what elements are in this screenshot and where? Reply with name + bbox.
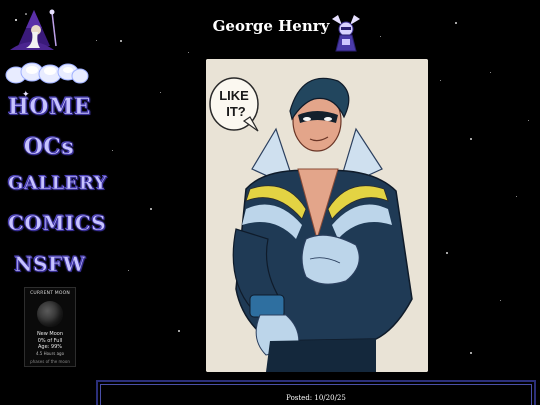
wizard-mascot-icon: [328, 13, 364, 53]
moon-extra: 4.5 Hours ago: [35, 350, 65, 356]
speech-bubble: LIKE IT?: [209, 77, 259, 132]
speech-line-2: IT?: [226, 104, 246, 119]
sidebar: ✦ HOME OCs GALLERY COMICS NSFW CURRENT M…: [0, 0, 107, 405]
moon-icon: [37, 301, 63, 327]
moon-phase-widget[interactable]: CURRENT MOON New Moon 0% of Full Age: 99…: [24, 287, 76, 367]
nav-gallery[interactable]: GALLERY: [8, 173, 107, 195]
artwork-image[interactable]: LIKE IT?: [206, 59, 428, 372]
page-title: George Henry: [212, 17, 330, 35]
nav-comics[interactable]: COMICS: [8, 211, 106, 236]
speech-line-1: LIKE: [219, 88, 249, 103]
cloud-banner: [4, 60, 90, 86]
nav-home[interactable]: HOME: [8, 94, 91, 121]
nav-ocs[interactable]: OCs: [18, 134, 80, 161]
wizard-logo[interactable]: [4, 6, 60, 54]
moon-widget-footer: phases of the moon: [30, 359, 70, 364]
nav-nsfw[interactable]: NSFW: [12, 252, 88, 277]
post-info-box: Posted: 10/20/25: [96, 380, 536, 405]
posted-date: Posted: 10/20/25: [286, 394, 346, 402]
moon-widget-title: CURRENT MOON: [30, 291, 70, 296]
